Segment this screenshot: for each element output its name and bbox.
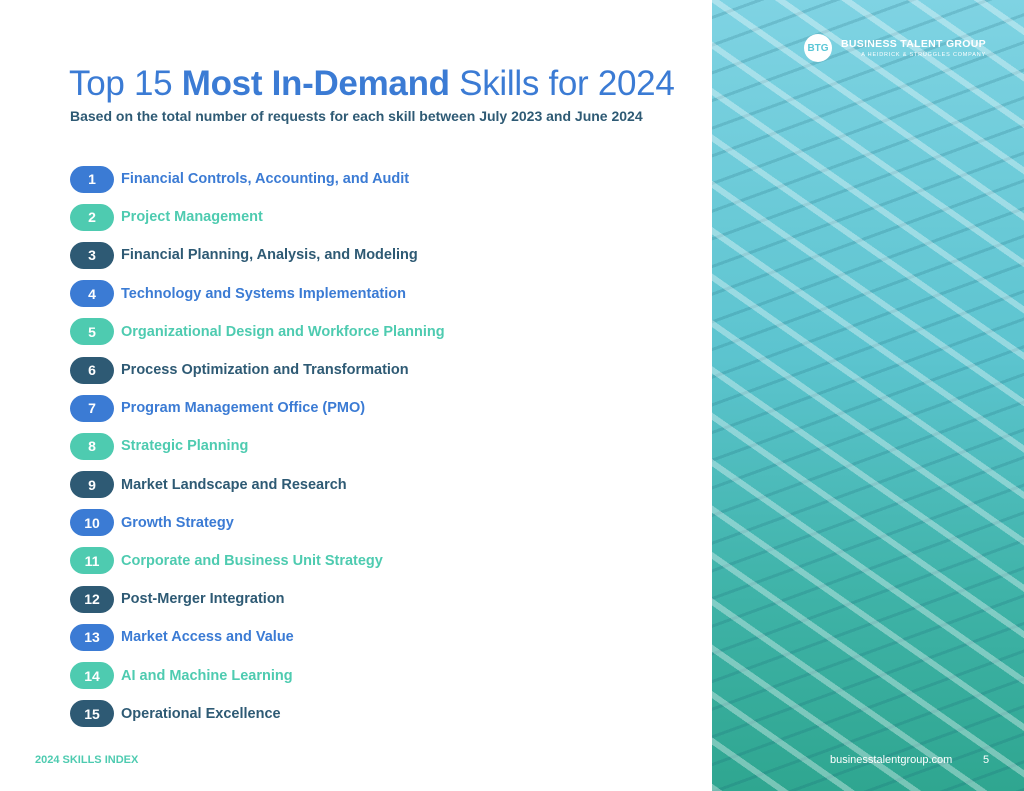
rank-badge: 15 <box>70 700 114 728</box>
page-number: 5 <box>983 754 990 766</box>
skill-item: 10 Growth Strategy <box>70 504 445 542</box>
rank-badge: 1 <box>70 165 114 193</box>
skill-item: 9 Market Landscape and Research <box>70 466 445 504</box>
skill-label: Organizational Design and Workforce Plan… <box>121 323 445 340</box>
footer-url[interactable]: businesstalentgroup.com <box>830 754 952 766</box>
skill-item: 7 Program Management Office (PMO) <box>70 389 445 427</box>
skill-label: Market Access and Value <box>121 629 294 646</box>
rank-badge: 11 <box>70 547 114 575</box>
skill-item: 1 Financial Controls, Accounting, and Aud… <box>70 160 445 198</box>
skill-item: 15 Operational Excellence <box>70 695 445 733</box>
page-title: Top 15 Most In-Demand Skills for 2024 <box>69 64 675 103</box>
skill-label: Market Landscape and Research <box>121 476 347 493</box>
rank-badge: 2 <box>70 203 114 231</box>
rank-badge: 4 <box>70 280 114 308</box>
skill-label: Post-Merger Integration <box>121 591 285 608</box>
rank-badge: 12 <box>70 585 114 613</box>
skill-item: 3 Financial Planning, Analysis, and Model… <box>70 236 445 274</box>
skill-label: Project Management <box>121 209 263 226</box>
skill-label: Financial Controls, Accounting, and Audi… <box>121 171 410 188</box>
skill-item: 12 Post-Merger Integration <box>70 580 445 618</box>
skill-label: Corporate and Business Unit Strategy <box>121 552 383 569</box>
skill-item: 14 AI and Machine Learning <box>70 656 445 694</box>
rank-badge: 7 <box>70 394 114 422</box>
skill-label: Process Optimization and Transformation <box>121 362 409 379</box>
skill-item: 13 Market Access and Value <box>70 618 445 656</box>
rank-badge: 8 <box>70 432 114 460</box>
footer-report-name: 2024 SKILLS INDEX <box>35 754 139 766</box>
btg-logo: BTG BUSINESS TALENT GROUP A HEIDRICK & ST… <box>804 34 986 62</box>
skill-item: 5 Organizational Design and Workforce Pla… <box>70 313 445 351</box>
skill-item: 11 Corporate and Business Unit Strategy <box>70 542 445 580</box>
rank-badge: 5 <box>70 318 114 346</box>
skill-item: 2 Project Management <box>70 198 445 236</box>
logo-mark: BTG <box>804 34 832 62</box>
rank-badge: 10 <box>70 509 114 537</box>
rank-badge: 14 <box>70 662 114 690</box>
skill-label: AI and Machine Learning <box>121 667 293 684</box>
skill-label: Growth Strategy <box>121 514 234 531</box>
skills-list: 1 Financial Controls, Accounting, and Aud… <box>70 160 445 733</box>
page-subtitle: Based on the total number of requests fo… <box>70 108 643 124</box>
skill-label: Operational Excellence <box>121 705 281 722</box>
skill-item: 4 Technology and Systems Implementation <box>70 275 445 313</box>
skill-label: Program Management Office (PMO) <box>121 400 366 417</box>
architecture-photo <box>712 0 1024 791</box>
rank-badge: 9 <box>70 471 114 499</box>
skill-label: Technology and Systems Implementation <box>121 285 406 302</box>
skill-label: Strategic Planning <box>121 438 249 455</box>
skill-item: 6 Process Optimization and Transformation <box>70 351 445 389</box>
rank-badge: 3 <box>70 241 114 269</box>
rank-badge: 6 <box>70 356 114 384</box>
skill-item: 8 Strategic Planning <box>70 427 445 465</box>
skill-label: Financial Planning, Analysis, and Modeli… <box>121 247 418 264</box>
rank-badge: 13 <box>70 623 114 651</box>
